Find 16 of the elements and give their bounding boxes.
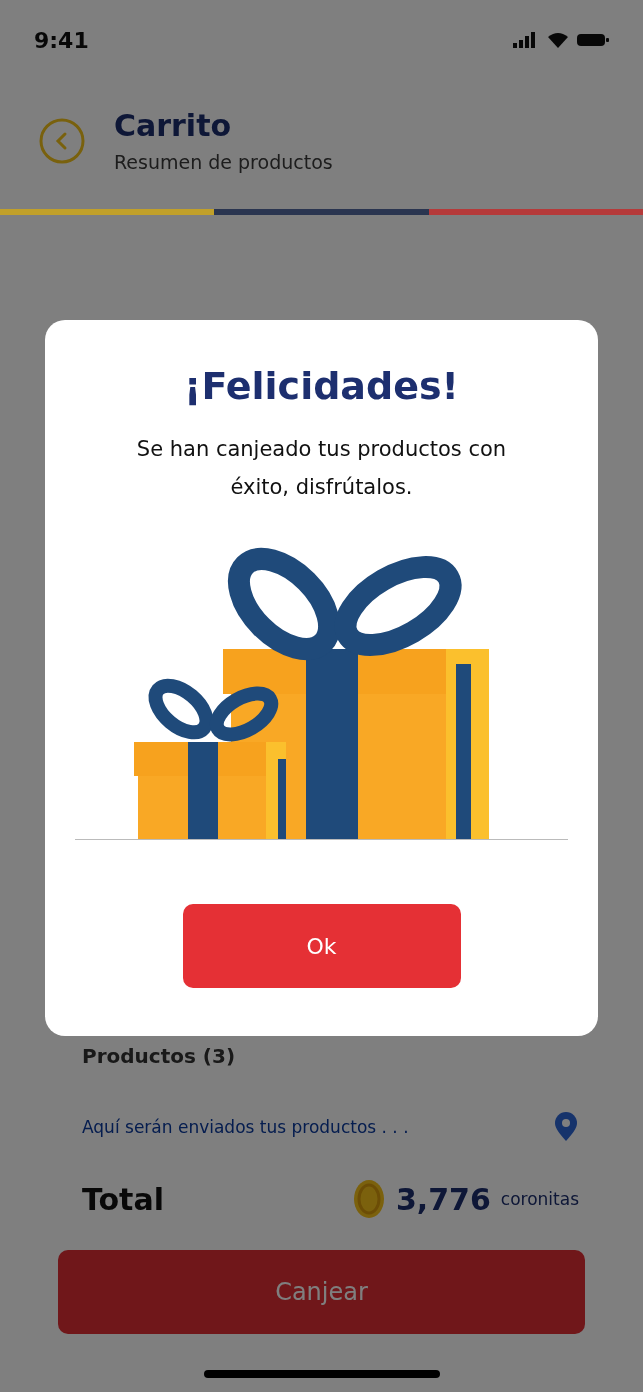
address-link[interactable]: Aquí serán enviados tus productos . . .: [82, 1117, 409, 1137]
total-amount: 3,776: [395, 1181, 491, 1217]
page-title: Carrito: [114, 108, 233, 143]
status-time: 9:41: [34, 27, 89, 53]
wifi-icon: [547, 32, 569, 48]
location-pin-icon[interactable]: [553, 1112, 579, 1142]
page-subtitle: Resumen de productos: [114, 151, 333, 173]
redeem-button[interactable]: Canjear: [58, 1250, 585, 1334]
dialog-message: Se han canjeado tus productos con éxito, disfrútalos.: [135, 436, 508, 501]
products-label: Productos (3): [82, 1044, 237, 1068]
dialog-title: ¡Felicidades!: [184, 364, 459, 408]
coin-icon: [351, 1178, 386, 1220]
total-label: Total: [82, 1181, 164, 1217]
currency-label: coronitas: [500, 1189, 579, 1209]
ok-button[interactable]: Ok: [182, 904, 461, 988]
battery-icon: [577, 32, 609, 48]
